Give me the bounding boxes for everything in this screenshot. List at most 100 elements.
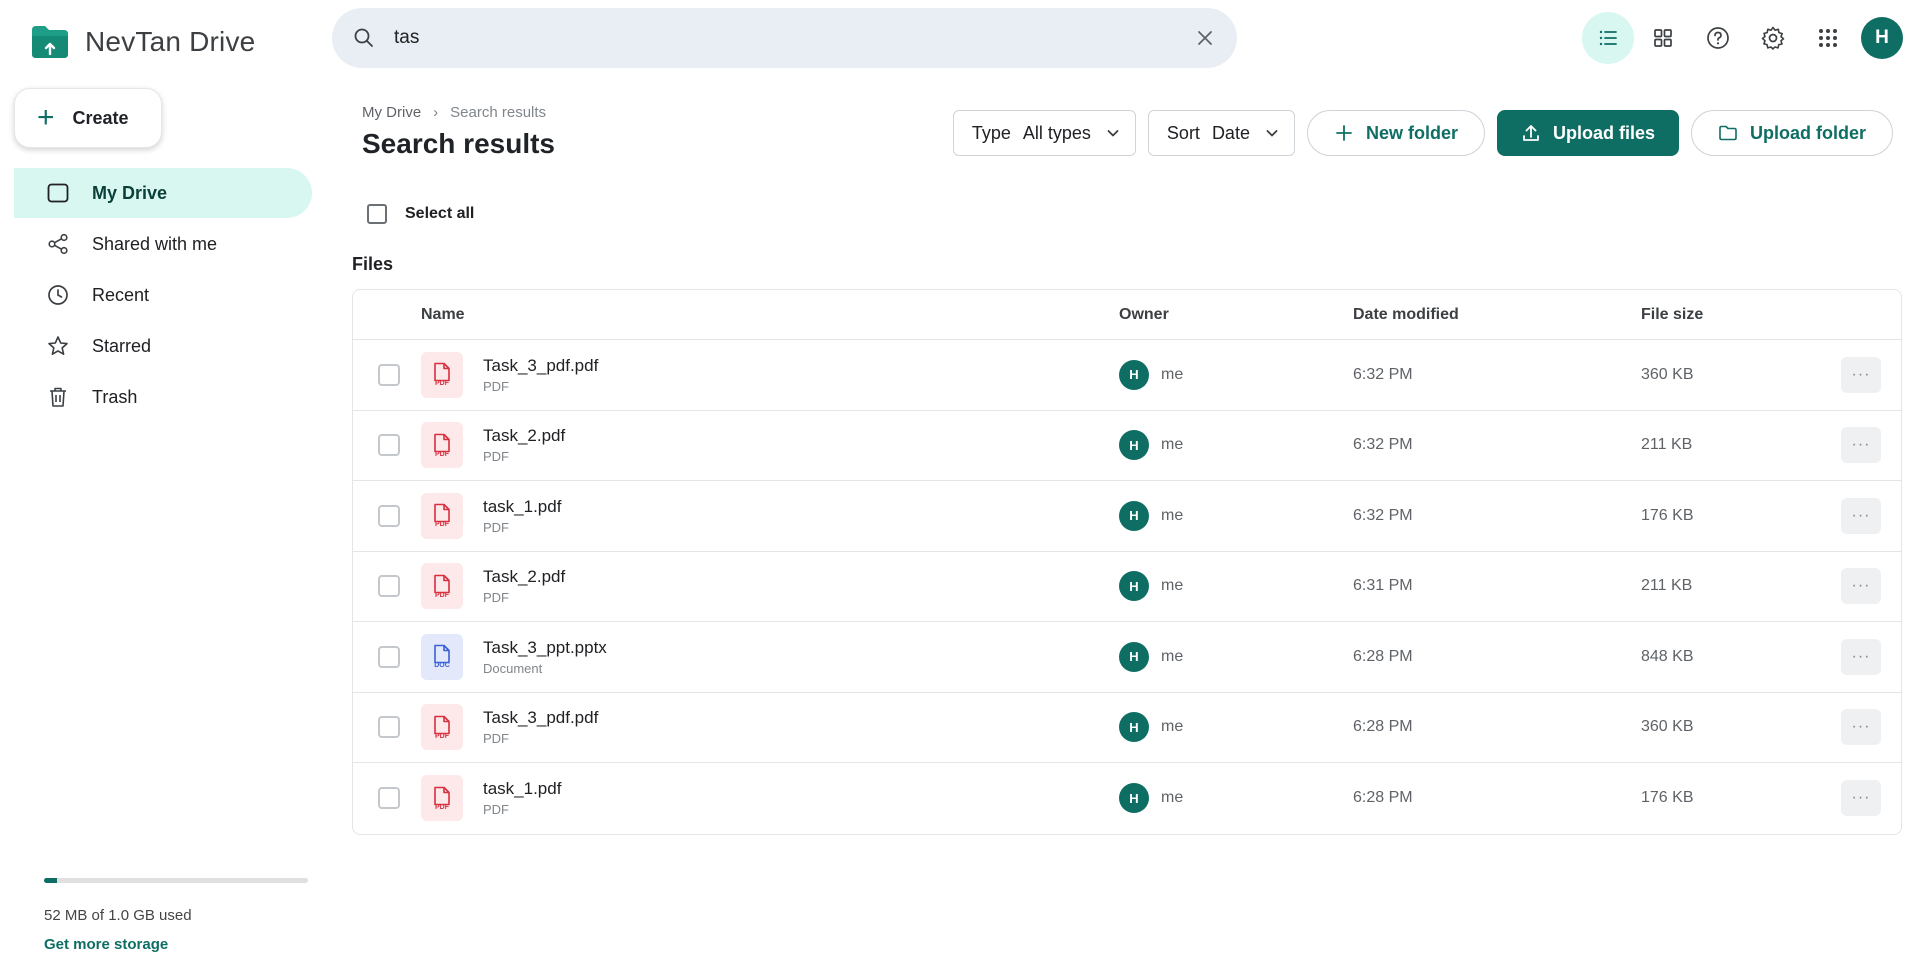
- storage-meter: 52 MB of 1.0 GB used Get more storage: [44, 878, 308, 953]
- more-options-button[interactable]: ···: [1841, 780, 1881, 817]
- upload-files-button[interactable]: Upload files: [1496, 110, 1679, 156]
- sidebar-item-label: Trash: [92, 386, 138, 407]
- upload-icon: [1523, 125, 1539, 141]
- gear-icon: [1761, 26, 1785, 50]
- settings-button[interactable]: [1747, 12, 1799, 64]
- column-header-name[interactable]: Name: [421, 306, 1119, 324]
- app-logo[interactable]: NevTan Drive: [30, 24, 255, 60]
- close-icon[interactable]: [1193, 26, 1217, 50]
- file-type: PDF: [483, 590, 509, 606]
- files-section-title: Files: [352, 254, 394, 274]
- owner-name: me: [1161, 577, 1184, 595]
- file-size: 211 KB: [1641, 577, 1693, 595]
- more-options-button[interactable]: ···: [1841, 568, 1881, 605]
- date-modified: 6:31 PM: [1353, 577, 1413, 595]
- search-input[interactable]: [394, 27, 1193, 49]
- breadcrumb-current: Search results: [450, 104, 547, 121]
- file-name[interactable]: Task_2.pdf: [483, 426, 565, 446]
- more-horizontal-icon: ···: [1851, 647, 1871, 665]
- table-row[interactable]: DOC Task_3_ppt.pptx Document H me 6:28 P…: [353, 622, 1901, 693]
- file-type-tag: PDF: [435, 803, 449, 811]
- row-checkbox[interactable]: [378, 787, 400, 810]
- file-size: 848 KB: [1641, 647, 1694, 665]
- column-header-owner[interactable]: Owner: [1119, 306, 1353, 324]
- document-icon: [434, 644, 450, 664]
- row-checkbox[interactable]: [378, 716, 400, 739]
- drive-logo-icon: [32, 26, 68, 58]
- more-options-button[interactable]: ···: [1841, 638, 1881, 675]
- more-options-button[interactable]: ···: [1841, 497, 1881, 534]
- top-toolbar: H: [1582, 12, 1917, 64]
- apps-button[interactable]: [1802, 12, 1854, 64]
- table-row[interactable]: PDF Task_3_pdf.pdf PDF H me 6:28 PM 360 …: [353, 693, 1901, 763]
- sidebar-item-my-drive[interactable]: My Drive: [14, 168, 312, 218]
- file-type-tag: PDF: [435, 732, 449, 740]
- clock-icon: [46, 283, 70, 307]
- sidebar-item-starred[interactable]: Starred: [14, 321, 312, 371]
- table-row[interactable]: PDF Task_3_pdf.pdf PDF H me 6:32 PM 360 …: [353, 340, 1901, 411]
- breadcrumb-my-drive[interactable]: My Drive: [362, 104, 421, 121]
- table-row[interactable]: PDF task_1.pdf PDF H me 6:32 PM 176 KB ·…: [353, 481, 1901, 552]
- sort-value: Date: [1211, 122, 1250, 143]
- owner-avatar: H: [1119, 500, 1149, 531]
- sort-dropdown[interactable]: Sort Date: [1147, 110, 1295, 156]
- date-modified: 6:28 PM: [1353, 718, 1413, 736]
- page-title: Search results: [362, 128, 555, 159]
- user-avatar[interactable]: H: [1861, 17, 1903, 59]
- grid-icon: [1654, 29, 1672, 47]
- sidebar-item-trash[interactable]: Trash: [14, 372, 312, 422]
- more-horizontal-icon: ···: [1851, 789, 1871, 807]
- chevron-down-icon: [1266, 130, 1278, 137]
- storage-bar-fill: [44, 878, 58, 883]
- create-button[interactable]: + Create: [14, 88, 162, 148]
- more-horizontal-icon: ···: [1851, 365, 1871, 383]
- sidebar-item-shared[interactable]: Shared with me: [14, 219, 312, 269]
- more-options-button[interactable]: ···: [1841, 427, 1881, 464]
- file-name[interactable]: task_1.pdf: [483, 497, 561, 517]
- row-checkbox[interactable]: [378, 434, 400, 457]
- sort-label: Sort: [1166, 122, 1200, 143]
- more-options-button[interactable]: ···: [1841, 356, 1881, 393]
- column-header-date[interactable]: Date modified: [1353, 306, 1641, 324]
- type-filter-label: Type: [971, 122, 1011, 143]
- new-folder-button[interactable]: New folder: [1306, 110, 1485, 156]
- get-more-storage-link[interactable]: Get more storage: [44, 936, 308, 953]
- column-header-size[interactable]: File size: [1641, 306, 1821, 324]
- file-icon: PDF: [421, 563, 463, 610]
- file-name[interactable]: Task_3_ppt.pptx: [483, 638, 607, 658]
- document-icon: [434, 786, 450, 806]
- upload-folder-button[interactable]: Upload folder: [1691, 110, 1893, 156]
- more-options-button[interactable]: ···: [1841, 709, 1881, 746]
- file-name[interactable]: Task_3_pdf.pdf: [483, 708, 598, 728]
- row-checkbox[interactable]: [378, 363, 400, 386]
- table-row[interactable]: PDF Task_2.pdf PDF H me 6:31 PM 211 KB ·…: [353, 552, 1901, 622]
- row-checkbox[interactable]: [378, 645, 400, 668]
- file-name[interactable]: task_1.pdf: [483, 779, 561, 799]
- search-bar[interactable]: [332, 8, 1237, 68]
- row-checkbox[interactable]: [378, 575, 400, 598]
- file-type-tag: PDF: [435, 591, 449, 599]
- file-icon: PDF: [421, 492, 463, 539]
- type-filter-dropdown[interactable]: Type All types: [952, 110, 1136, 156]
- create-label: Create: [72, 107, 129, 128]
- file-name[interactable]: Task_3_pdf.pdf: [483, 356, 598, 376]
- select-all[interactable]: Select all: [367, 204, 474, 224]
- select-all-checkbox[interactable]: [367, 204, 387, 224]
- table-row[interactable]: PDF Task_2.pdf PDF H me 6:32 PM 211 KB ·…: [353, 411, 1901, 481]
- list-view-button[interactable]: [1582, 12, 1634, 64]
- file-size: 176 KB: [1641, 789, 1694, 807]
- select-all-label: Select all: [405, 205, 475, 222]
- help-button[interactable]: [1692, 12, 1744, 64]
- file-size: 176 KB: [1641, 506, 1694, 524]
- row-checkbox[interactable]: [378, 504, 400, 527]
- more-horizontal-icon: ···: [1851, 577, 1871, 595]
- storage-text: 52 MB of 1.0 GB used: [44, 907, 192, 924]
- files-table: Name Owner Date modified File size PDF T…: [352, 289, 1902, 835]
- file-icon: DOC: [421, 633, 463, 680]
- file-icon: PDF: [421, 704, 463, 751]
- table-row[interactable]: PDF task_1.pdf PDF H me 6:28 PM 176 KB ·…: [353, 763, 1901, 834]
- file-name[interactable]: Task_2.pdf: [483, 567, 565, 587]
- trash-icon: [46, 385, 70, 409]
- grid-view-button[interactable]: [1637, 12, 1689, 64]
- sidebar-item-recent[interactable]: Recent: [14, 270, 312, 320]
